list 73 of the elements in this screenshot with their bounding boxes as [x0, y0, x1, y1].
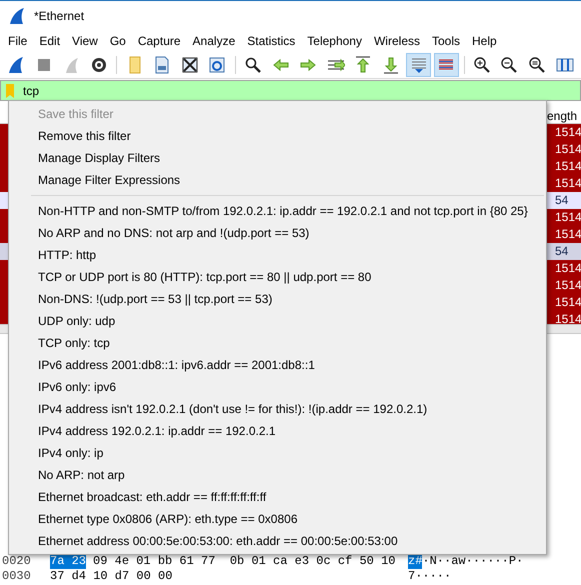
menu-item[interactable]: View	[66, 32, 104, 50]
menu-item[interactable]: HTTP: http	[9, 244, 546, 266]
zoom-in-icon	[472, 56, 491, 74]
menu-item[interactable]: Ethernet broadcast: eth.addr == ff:ff:ff:ff:ff:ff	[9, 486, 546, 508]
table-cell: 1514	[555, 158, 581, 175]
hex-bytes[interactable]: 7a 23	[50, 554, 86, 569]
menu-item[interactable]: Capture	[132, 32, 187, 50]
down-arrow-icon	[382, 56, 400, 74]
menu-item[interactable]: Non-DNS: !(udp.port == 53 || tcp.port == 53)	[9, 288, 546, 310]
hex-ascii[interactable]: z#	[408, 554, 422, 569]
table-cell: 1514	[555, 175, 581, 192]
hex-bytes[interactable]: 37 d4 10 d7 00 00	[50, 569, 172, 584]
menu-item[interactable]: Manage Filter Expressions	[9, 169, 546, 191]
up-arrow-icon	[354, 56, 372, 74]
menu-item[interactable]: UDP only: udp	[9, 310, 546, 332]
search-icon	[244, 56, 262, 74]
gear-icon	[90, 56, 108, 74]
menu-item[interactable]: Ethernet type 0x0806 (ARP): eth.type == 0x0806	[9, 508, 546, 530]
menu-item[interactable]: Ethernet address 00:00:5e:00:53:00: eth.addr == 00:00:5e:00:53:00	[9, 530, 546, 552]
menu-item[interactable]: IPv6 address 2001:db8::1: ipv6.addr == 2001:db8::1	[9, 354, 546, 376]
menu-item[interactable]: IPv4 only: ip	[9, 442, 546, 464]
menu-item[interactable]: IPv4 address isn't 192.0.2.1 (don't use != for this!): !(ip.addr == 192.0.2.1)	[9, 398, 546, 420]
menu-item[interactable]: No ARP and no DNS: not arp and !(udp.port == 53)	[9, 222, 546, 244]
close-file-icon	[180, 56, 199, 74]
menu-item[interactable]: IPv4 address 192.0.2.1: ip.addr == 192.0.2.1	[9, 420, 546, 442]
table-cell: 1514	[555, 141, 581, 158]
table-cell: 1514	[555, 311, 581, 328]
menu-item[interactable]: File	[2, 32, 34, 50]
table-cell: 1514	[555, 124, 581, 141]
table-cell: 1514	[555, 277, 581, 294]
menu-item[interactable]: Analyze	[186, 32, 242, 50]
hex-offset: 0030	[2, 569, 32, 584]
goto-icon	[326, 56, 345, 74]
hex-offset: 0020	[2, 554, 32, 569]
filter-bar[interactable]: tcp	[0, 80, 581, 101]
column-header[interactable]: ength	[547, 104, 581, 123]
table-cell: 1514	[555, 226, 581, 243]
table-cell: 1514	[555, 260, 581, 277]
zoom-out-icon	[500, 56, 518, 74]
table-cell: 1514	[555, 294, 581, 311]
menu-item[interactable]: TCP or UDP port is 80 (HTTP): tcp.port == 80 || udp.port == 80	[9, 266, 546, 288]
reload-icon	[208, 56, 226, 74]
resize-columns-icon	[556, 56, 574, 74]
fin-icon	[7, 56, 26, 74]
table-cell: 1514	[555, 209, 581, 226]
right-arrow-icon	[299, 56, 318, 74]
colorize-button[interactable]	[434, 53, 459, 77]
app-logo-icon	[8, 6, 26, 24]
menu-item[interactable]: Wireless	[368, 32, 426, 50]
menu-item[interactable]: IPv6 only: ipv6	[9, 376, 546, 398]
menu-item[interactable]: TCP only: tcp	[9, 332, 546, 354]
menu-item[interactable]: Statistics	[241, 32, 302, 50]
hex-ascii[interactable]: 7·····	[408, 569, 452, 584]
window-title: *Ethernet	[34, 8, 84, 24]
table-cell-text: 54	[555, 243, 570, 260]
autoscroll-button[interactable]	[406, 53, 431, 77]
hex-ascii[interactable]: ·N··aw······P·	[422, 554, 524, 569]
menu-item[interactable]: Non-HTTP and non-SMTP to/from 192.0.2.1: ip.addr == 192.0.2.1 and not tcp.port in {80 25}	[9, 200, 546, 222]
menu-item[interactable]: Remove this filter	[9, 125, 546, 147]
hex-bytes[interactable]: 09 4e 01 bb 61 77 0b 01 ca e3 0c cf 50 10	[93, 554, 396, 569]
menu-item[interactable]: Manage Display Filters	[9, 147, 546, 169]
file-icon	[153, 56, 172, 74]
table-cell-text: 54	[555, 192, 570, 209]
menu-item[interactable]: Go	[104, 32, 132, 50]
left-arrow-icon	[272, 56, 290, 74]
menu-item[interactable]: Help	[466, 32, 503, 50]
autoscroll-icon	[410, 56, 428, 74]
menu-item[interactable]: No ARP: not arp	[9, 464, 546, 486]
menu-item[interactable]: Telephony	[301, 32, 368, 50]
zoom-reset-icon	[528, 56, 546, 74]
menu-item[interactable]: Edit	[33, 32, 66, 50]
menu-item[interactable]: Tools	[426, 32, 466, 50]
filter-text: tcp	[23, 82, 40, 100]
